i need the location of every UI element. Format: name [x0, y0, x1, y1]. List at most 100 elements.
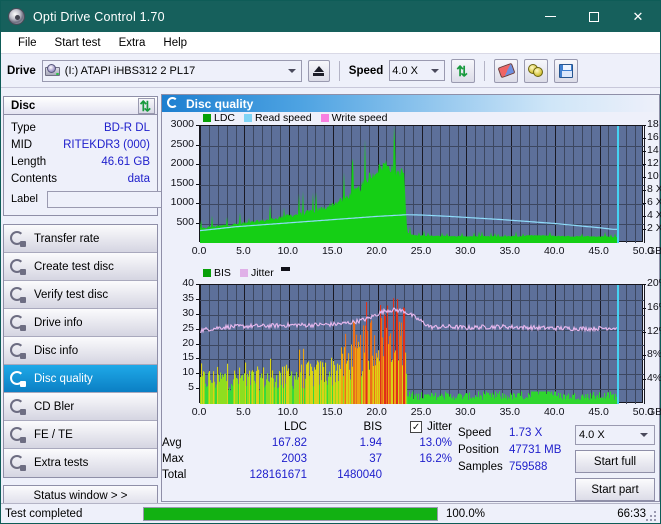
stats-value-bis: 37: [369, 453, 382, 465]
bis-bar: [546, 394, 548, 404]
y2-axis-tick-label: 8 X: [647, 183, 661, 195]
legend-swatch: [203, 114, 211, 122]
bis-bar: [408, 396, 410, 404]
bis-bar: [256, 370, 258, 404]
discs-icon: [528, 63, 544, 78]
chart-legend: BIS Jitter: [203, 267, 290, 279]
bis-bar: [511, 394, 513, 404]
y-axis-tick-label: 15: [182, 351, 194, 364]
sidebar-item-extra-tests[interactable]: Extra tests: [4, 449, 157, 477]
bis-bar: [297, 379, 299, 404]
bis-bar: [435, 392, 437, 404]
bis-bar: [554, 391, 556, 404]
bis-bar: [463, 396, 465, 404]
y-axis-tick: [196, 203, 199, 204]
bis-bar: [560, 393, 562, 404]
bis-bar: [614, 399, 616, 404]
maximize-button[interactable]: [572, 1, 616, 32]
stats-value-jitter: 16.2%: [419, 453, 452, 465]
minimize-button[interactable]: [528, 1, 572, 32]
menu-bar: File Start test Extra Help: [1, 32, 660, 54]
sidebar-item-disc-quality[interactable]: Disc quality: [4, 365, 157, 393]
y-axis-tick: [196, 125, 199, 126]
sidebar-item-fe-te[interactable]: FE / TE: [4, 421, 157, 449]
menu-item-help[interactable]: Help: [154, 35, 196, 51]
legend-swatch: [244, 114, 253, 122]
stats-row-label: Max: [162, 453, 184, 465]
legend-label: BIS: [214, 267, 231, 279]
bis-bar: [462, 399, 464, 404]
menu-item-extra[interactable]: Extra: [110, 35, 155, 51]
start-full-button[interactable]: Start full: [575, 450, 655, 473]
eraser-icon: [497, 62, 516, 79]
bis-bar: [221, 378, 223, 404]
sidebar-item-cd-bler[interactable]: CD Bler: [4, 393, 157, 421]
save-button[interactable]: [554, 58, 579, 83]
bis-bar: [312, 371, 314, 404]
menu-item-start-test[interactable]: Start test: [46, 35, 110, 51]
bis-bar: [497, 393, 499, 404]
bis-bar: [602, 396, 604, 404]
jitter-toggle[interactable]: ✓ Jitter: [382, 421, 452, 433]
disc-row-type: Type BD-R DL: [11, 119, 150, 136]
stats-col-ldc: LDC: [283, 421, 307, 433]
refresh-icon: [140, 99, 154, 113]
bis-bar: [518, 393, 520, 404]
drive-select[interactable]: (I:) ATAPI iHBS312 2 PL17: [41, 59, 302, 82]
bis-bar: [316, 364, 318, 404]
sidebar-item-verify-test-disc[interactable]: Verify test disc: [4, 281, 157, 309]
bis-bar: [264, 387, 266, 404]
jitter-checkbox[interactable]: ✓: [410, 421, 423, 433]
sidebar-item-disc-info[interactable]: Disc info: [4, 337, 157, 365]
bis-bar: [254, 380, 256, 404]
bis-bar: [586, 397, 588, 404]
bis-bar: [404, 308, 406, 404]
refresh-button[interactable]: [451, 58, 476, 83]
bis-bar: [362, 371, 364, 404]
bis-bar: [209, 371, 211, 404]
bis-bar: [567, 395, 569, 404]
bis-bar: [542, 391, 544, 404]
bis-bar: [276, 375, 278, 404]
y-axis-tick-label: 25: [182, 321, 194, 334]
bis-bar: [572, 394, 574, 404]
y2-axis-tick-label: 2 X: [647, 222, 661, 234]
bis-bar: [512, 399, 514, 404]
bis-bar: [558, 393, 560, 404]
gauge-icon: [10, 426, 26, 443]
bis-bar: [359, 347, 361, 404]
y2-axis-tick: [643, 177, 646, 178]
x-axis-unit-label: GB: [647, 245, 661, 257]
window-controls: ✕: [528, 1, 660, 32]
bis-bar: [528, 393, 530, 404]
close-button[interactable]: ✕: [616, 1, 660, 32]
test-speed-select[interactable]: 4.0 X: [575, 425, 655, 445]
y-axis-tick-label: 1000: [170, 196, 194, 208]
eject-button[interactable]: [307, 59, 330, 82]
bis-bar: [287, 370, 289, 404]
sidebar-item-transfer-rate[interactable]: Transfer rate: [4, 225, 157, 253]
bis-bar: [243, 380, 245, 404]
copy-disc-button[interactable]: [524, 58, 549, 83]
bis-bar: [411, 393, 413, 404]
start-part-button[interactable]: Start part: [575, 478, 655, 501]
bis-bar: [498, 394, 500, 404]
speed-select[interactable]: 4.0 X: [389, 60, 446, 81]
disc-refresh-button[interactable]: [138, 97, 155, 114]
bis-bar: [383, 356, 385, 404]
menu-item-file[interactable]: File: [9, 35, 46, 51]
bis-bar: [424, 394, 426, 404]
bis-bar: [578, 398, 580, 404]
bis-bar: [263, 367, 265, 404]
sidebar-item-create-test-disc[interactable]: Create test disc: [4, 253, 157, 281]
erase-button[interactable]: [494, 58, 519, 83]
y2-axis-tick: [643, 307, 646, 309]
resize-grip[interactable]: [646, 509, 658, 521]
bis-bar: [519, 393, 521, 404]
bis-bar: [440, 395, 442, 404]
bis-bar: [325, 362, 327, 404]
sidebar-item-drive-info[interactable]: Drive info: [4, 309, 157, 337]
y2-axis-tick: [643, 138, 646, 139]
bis-bar: [477, 396, 479, 404]
bis-bar: [464, 395, 466, 404]
